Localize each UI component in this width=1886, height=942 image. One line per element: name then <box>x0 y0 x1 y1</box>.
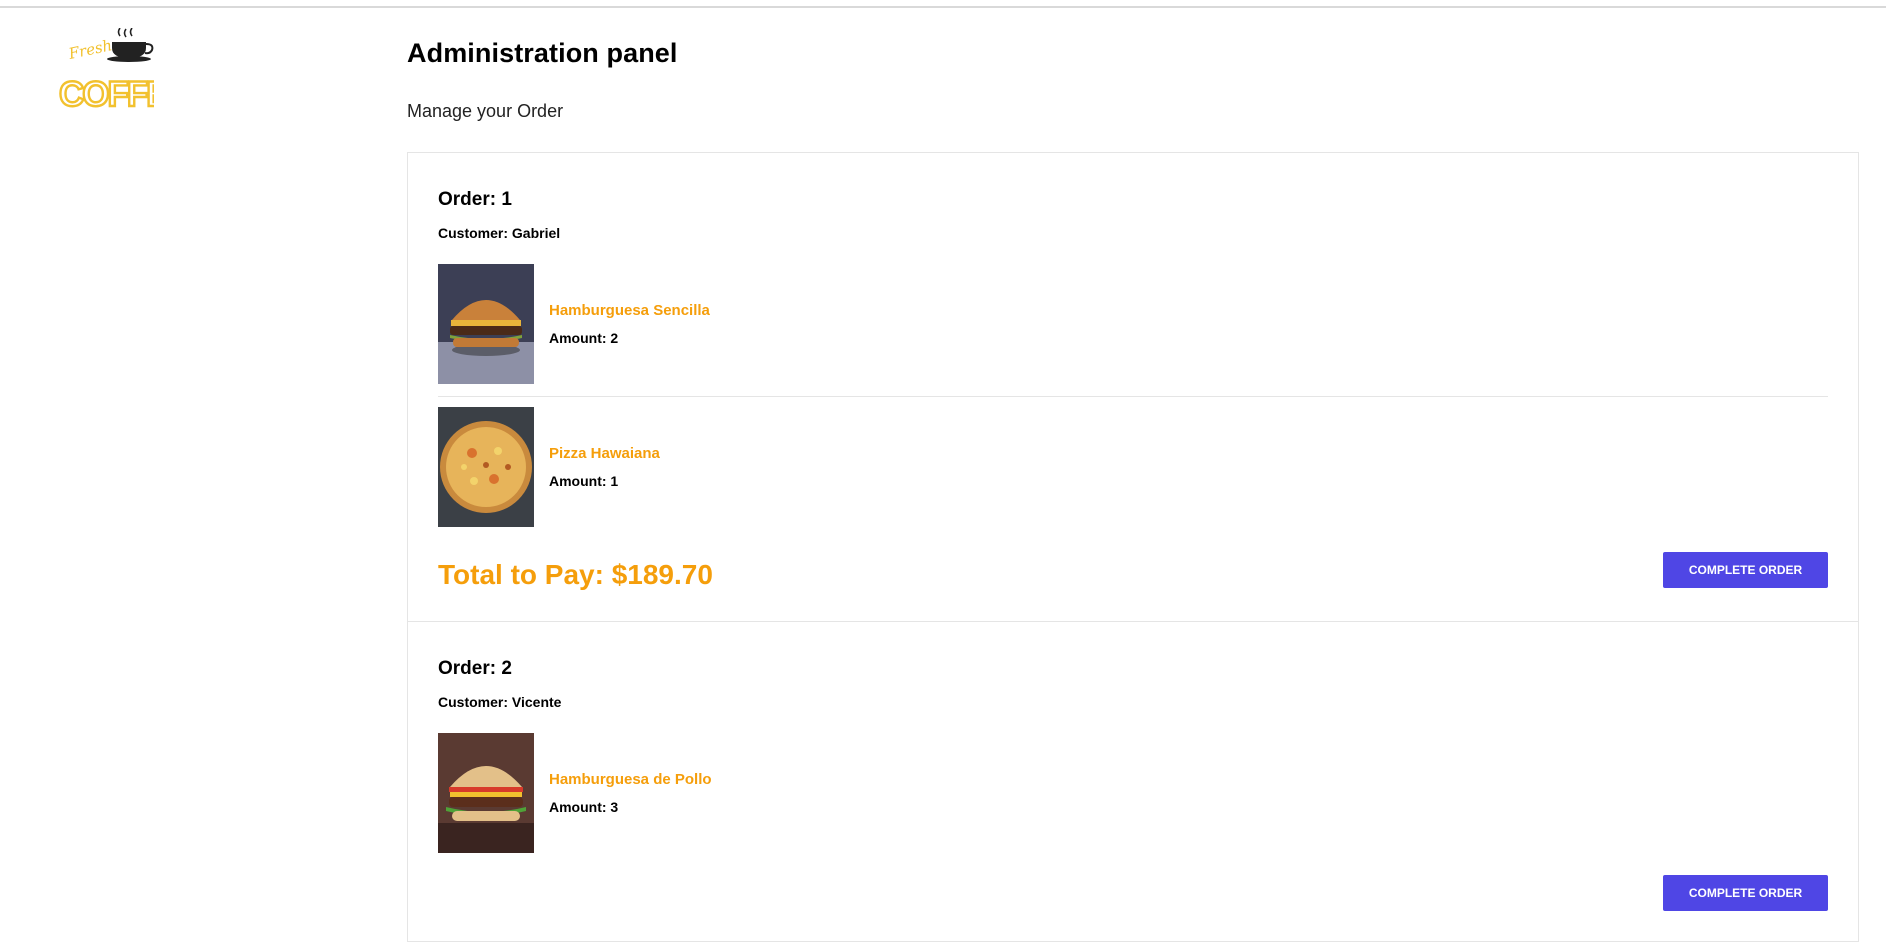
order-item: Pizza Hawaiana Amount: 1 <box>438 396 1828 539</box>
order-footer: Total to Pay: $189.70 COMPLETE ORDER <box>438 539 1828 621</box>
order-items: Hamburguesa de Pollo Amount: 3 <box>438 733 1828 865</box>
item-name: Pizza Hawaiana <box>549 445 660 462</box>
burger-photo-icon <box>438 264 534 384</box>
item-name: Hamburguesa de Pollo <box>549 771 712 788</box>
order-item: Hamburguesa de Pollo Amount: 3 <box>438 733 1828 865</box>
pizza-photo-icon <box>438 407 534 527</box>
chicken-burger-photo-icon <box>438 733 534 853</box>
complete-order-button[interactable]: COMPLETE ORDER <box>1663 875 1828 911</box>
customer-name: Customer: Vicente <box>438 694 562 710</box>
order-number: Order: 1 <box>438 189 512 210</box>
coffee-cup-logo-icon: Fresh COFFEE <box>58 28 154 110</box>
fresh-coffee-logo[interactable]: Fresh COFFEE <box>58 28 154 110</box>
order-item: Hamburguesa Sencilla Amount: 2 <box>438 264 1828 396</box>
item-name: Hamburguesa Sencilla <box>549 302 710 319</box>
sidebar: Fresh COFFEE <box>0 8 380 905</box>
page-subtitle: Manage your Order <box>407 101 564 121</box>
item-amount: Amount: 1 <box>549 473 619 489</box>
orders-list: Order: 1 Customer: Gabriel Hamburguesa S… <box>407 152 1859 942</box>
order-number: Order: 2 <box>438 658 512 679</box>
complete-order-button[interactable]: COMPLETE ORDER <box>1663 552 1828 588</box>
page-title: Administration panel <box>407 38 678 68</box>
item-amount: Amount: 3 <box>549 799 619 815</box>
svg-text:Fresh: Fresh <box>66 36 114 63</box>
order-footer: COMPLETE ORDER <box>438 865 1828 941</box>
order-card: Order: 2 Customer: Vicente Hamburguesa d… <box>407 621 1859 942</box>
customer-name: Customer: Gabriel <box>438 225 561 241</box>
order-card: Order: 1 Customer: Gabriel Hamburguesa S… <box>407 152 1859 622</box>
svg-text:COFFEE: COFFEE <box>59 75 154 110</box>
item-amount: Amount: 2 <box>549 330 619 346</box>
order-items: Hamburguesa Sencilla Amount: 2 Pizza Haw… <box>438 264 1828 539</box>
order-total: Total to Pay: $189.70 <box>438 559 713 590</box>
